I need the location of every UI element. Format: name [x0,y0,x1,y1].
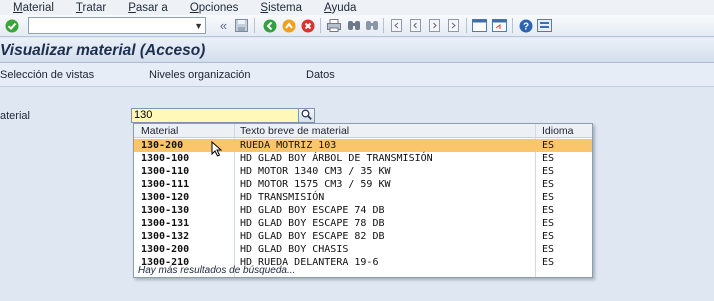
language-cell: ES [542,231,555,242]
list-item[interactable]: 1300-110 HD MOTOR 1340 CM3 / 35 KW ES [134,165,592,178]
title-bar: Visualizar material (Acceso) [0,38,714,63]
shortcut-icon[interactable] [492,18,507,33]
language-cell: ES [542,205,555,216]
back-icon[interactable] [262,18,277,33]
new-session-icon[interactable] [472,18,487,33]
standard-toolbar: ▼ « ? [0,15,714,37]
svg-text:?: ? [522,21,528,32]
toolbar-divider [254,18,255,33]
toolbar-divider [466,18,467,33]
description-cell: HD GLAD BOY ESCAPE 78 DB [240,218,385,229]
description-cell: HD MOTOR 1575 CM3 / 59 KW [240,179,391,190]
column-header-material[interactable]: Material [141,125,178,137]
description-cell: HD GLAD BOY ESCAPE 82 DB [240,231,385,242]
data-button[interactable]: Datos [306,69,335,81]
find-icon[interactable] [346,18,361,33]
menu-pasar-a[interactable]: Pasar a [128,2,168,14]
first-page-icon[interactable] [389,18,404,33]
language-cell: ES [542,140,555,151]
material-cell: 1300-111 [141,179,190,190]
value-help-list: Material Texto breve de material Idioma … [133,123,593,278]
toolbar-divider [383,18,384,33]
value-help-header: Material Texto breve de material Idioma [134,124,592,138]
list-item[interactable]: 1300-111 HD MOTOR 1575 CM3 / 59 KW ES [134,178,592,191]
language-cell: ES [542,218,555,229]
enter-icon[interactable] [4,18,19,33]
list-item[interactable]: 1300-131 HD GLAD BOY ESCAPE 78 DB ES [134,217,592,230]
list-item[interactable]: 1300-100 HD GLAD BOY ÁRBOL DE TRANSMISIÓN… [134,152,592,165]
language-cell: ES [542,192,555,203]
material-cell: 1300-120 [141,192,190,203]
material-cell: 130-200 [141,140,184,151]
print-icon[interactable] [326,18,341,33]
previous-page-icon[interactable] [408,18,423,33]
language-cell: ES [542,166,555,177]
description-cell: RUEDA MOTRIZ 103 [240,140,337,151]
material-input[interactable]: 130 [131,108,299,123]
next-page-icon[interactable] [427,18,442,33]
last-page-icon[interactable] [446,18,461,33]
page-title: Visualizar material (Acceso) [0,42,206,59]
org-levels-button[interactable]: Niveles organización [149,69,251,81]
language-cell: ES [542,179,555,190]
more-results-link[interactable]: Hay más resultados de búsqueda... [138,265,295,276]
cancel-icon[interactable] [300,18,315,33]
language-cell: ES [542,257,555,268]
help-icon[interactable]: ? [518,18,533,33]
material-cell: 1300-100 [141,153,190,164]
description-cell: HD GLAD BOY ESCAPE 74 DB [240,205,385,216]
mouse-pointer-icon [211,140,223,160]
material-label: aterial [0,110,30,122]
language-cell: ES [542,244,555,255]
description-cell: HD GLAD BOY CHASIS [240,244,349,255]
chevron-down-icon[interactable]: ▼ [194,21,203,31]
menu-material[interactable]: Material [13,2,54,14]
exit-icon[interactable] [281,18,296,33]
description-cell: HD MOTOR 1340 CM3 / 35 KW [240,166,391,177]
material-cell: 1300-200 [141,244,190,255]
value-help-button[interactable] [298,108,315,123]
list-item[interactable]: 1300-130 HD GLAD BOY ESCAPE 74 DB ES [134,204,592,217]
list-item[interactable]: 130-200 RUEDA MOTRIZ 103 ES [134,139,592,152]
command-field[interactable]: ▼ [28,17,206,34]
language-cell: ES [542,153,555,164]
toolbar-divider [320,18,321,33]
description-cell: HD GLAD BOY ÁRBOL DE TRANSMISIÓN [240,153,433,164]
material-cell: 1300-130 [141,205,190,216]
menu-tratar[interactable]: Tratar [76,2,106,14]
list-item[interactable]: 1300-132 HD GLAD BOY ESCAPE 82 DB ES [134,230,592,243]
menu-bar: Material Tratar Pasar a Opciones Sistema… [0,0,714,15]
material-cell: 1300-132 [141,231,190,242]
save-icon[interactable] [234,18,249,33]
customize-icon[interactable] [537,18,552,33]
menu-ayuda[interactable]: Ayuda [324,2,356,14]
column-header-text[interactable]: Texto breve de material [240,125,349,137]
toolbar-divider [512,18,513,33]
list-item[interactable]: 1300-200 HD GLAD BOY CHASIS ES [134,243,592,256]
column-header-language[interactable]: Idioma [542,125,574,137]
list-item[interactable]: 1300-120 HD TRANSMISIÓN ES [134,191,592,204]
menu-opciones[interactable]: Opciones [190,2,239,14]
collapse-icon[interactable]: « [216,18,231,33]
find-next-icon[interactable] [364,18,379,33]
search-icon [301,109,312,123]
description-cell: HD TRANSMISIÓN [240,192,325,203]
material-cell: 1300-110 [141,166,190,177]
material-cell: 1300-131 [141,218,190,229]
menu-sistema[interactable]: Sistema [260,2,302,14]
application-toolbar: Selección de vistas Niveles organización… [0,63,714,87]
select-views-button[interactable]: Selección de vistas [0,69,94,81]
